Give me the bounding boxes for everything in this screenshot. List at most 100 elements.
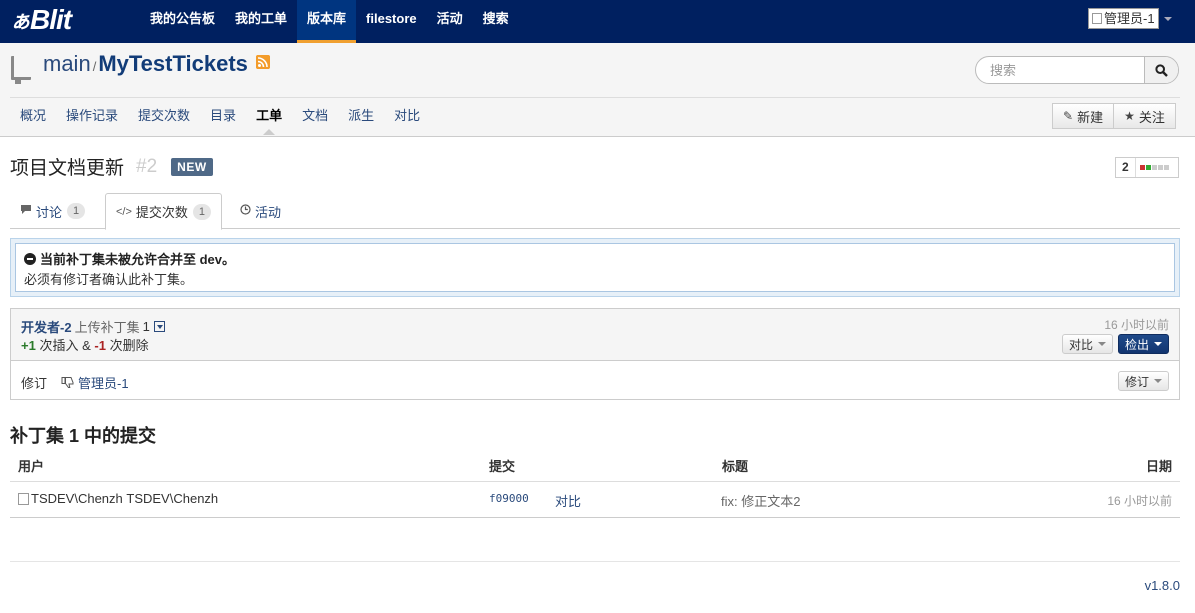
nav-activity[interactable]: 活动	[427, 0, 473, 43]
author-name: TSDEV\Chenzh	[126, 491, 219, 506]
tab-commits-label: 提交次数	[135, 205, 188, 220]
version-link[interactable]: v1.8.0	[1145, 578, 1180, 593]
tab-tree[interactable]: 目录	[200, 99, 246, 135]
commits-section-title: 补丁集 1 中的提交	[10, 426, 157, 446]
broken-image-icon	[1092, 13, 1102, 24]
ticket-number: #2	[136, 155, 158, 177]
nav-dashboard[interactable]: 我的公告板	[140, 0, 225, 43]
insertions-label: 次插入 &	[39, 338, 91, 353]
user-avatar[interactable]: 管理员-1	[1088, 8, 1159, 29]
patchset-buttons: 对比 检出	[1061, 334, 1169, 354]
tab-activity-label: 活动	[255, 204, 282, 220]
commit-diff-link[interactable]: 对比	[555, 491, 581, 510]
diffstat: +1 次插入 & -1 次删除	[21, 335, 149, 354]
compare-dropdown-button[interactable]: 对比	[1061, 334, 1113, 354]
patchset-author-link[interactable]: 开发者-2	[21, 317, 72, 336]
col-user: 用户	[18, 459, 45, 474]
commits-table-header: 用户 提交 标题 日期	[10, 450, 1180, 482]
tab-discussion[interactable]: 讨论 1	[10, 193, 95, 229]
tab-forks[interactable]: 派生	[338, 99, 384, 135]
watch-button[interactable]: ★ 关注	[1114, 103, 1176, 129]
ticket-title: 项目文档更新 #2 NEW	[10, 153, 213, 180]
reviewer-link[interactable]: 管理员-1	[78, 373, 129, 392]
star-icon: ★	[1124, 109, 1135, 123]
nav-my-tickets[interactable]: 我的工单	[225, 0, 297, 43]
review-row: 修订 管理员-1 修订	[11, 362, 1179, 399]
search-box	[975, 56, 1179, 84]
commit-title: fix: 修正文本2	[721, 494, 801, 509]
brand-logo[interactable]: ぁ Blit	[10, 3, 72, 37]
main-nav: 我的公告板 我的工单 版本库 filestore 活动 搜索	[140, 0, 519, 43]
clock-icon	[240, 204, 251, 218]
alert-title: 当前补丁集未被允许合并至 dev。	[24, 249, 1166, 268]
compare-label: 对比	[1068, 337, 1093, 352]
ticket-tabs: 讨论 1 </> 提交次数 1 活动	[10, 193, 1180, 230]
commit-sha-link[interactable]: f09000	[489, 492, 529, 505]
col-commit: 提交	[489, 459, 516, 474]
path-separator: /	[92, 59, 97, 74]
tab-discussion-count: 1	[67, 203, 86, 219]
tab-reflog[interactable]: 操作记录	[56, 99, 128, 135]
review-dropdown-button[interactable]: 修订	[1117, 371, 1169, 391]
reviewer: 管理员-1	[61, 373, 129, 392]
chevron-down-icon	[1154, 342, 1162, 346]
search-icon	[1155, 63, 1168, 77]
repository-nav: 概况 操作记录 提交次数 目录 工单 文档 派生 对比	[10, 99, 430, 135]
user-menu[interactable]: 管理员-1	[1088, 8, 1172, 29]
comment-icon	[20, 204, 32, 218]
avatar-alt-text: TSDEV\Chenzh	[31, 491, 123, 506]
tab-compare[interactable]: 对比	[384, 99, 430, 135]
checkout-dropdown-button[interactable]: 检出	[1117, 334, 1169, 354]
checkout-label: 检出	[1124, 337, 1149, 352]
insertions-count: +1	[21, 338, 36, 353]
brand-name: Blit	[30, 4, 72, 35]
chevron-down-icon[interactable]	[1163, 16, 1172, 21]
merge-alert: 当前补丁集未被允许合并至 dev。 必须有修订者确认此补丁集。	[10, 238, 1180, 297]
tab-discussion-label: 讨论	[36, 204, 63, 220]
chevron-down-icon	[1154, 379, 1162, 383]
repository-header: main/MyTestTickets 概况 操作记录 提交次数 目录 工单 文档…	[0, 43, 1195, 137]
tab-patchset-commits[interactable]: </> 提交次数 1	[105, 193, 223, 230]
vote-bar	[1163, 165, 1169, 170]
commit-date: 16 小时以前	[1107, 494, 1172, 508]
patchset-line: 开发者-2 上传补丁集 1	[21, 317, 165, 336]
search-input[interactable]	[976, 57, 1146, 83]
nav-search[interactable]: 搜索	[473, 0, 519, 43]
review-label: 修订	[21, 376, 48, 391]
ticket-icon: ✎	[1063, 109, 1074, 123]
rss-icon[interactable]	[256, 55, 270, 69]
nav-filestore[interactable]: filestore	[356, 0, 427, 43]
alert-body: 当前补丁集未被允许合并至 dev。 必须有修订者确认此补丁集。	[15, 243, 1175, 292]
patchset-action: 上传补丁集	[74, 320, 140, 335]
project-link[interactable]: main	[43, 51, 91, 76]
col-date: 日期	[1145, 459, 1172, 474]
deletions-count: -1	[94, 338, 106, 353]
col-title: 标题	[722, 459, 749, 474]
table-row: TSDEV\Chenzh TSDEV\Chenzh f09000 对比 fix:…	[10, 482, 1180, 518]
nav-repositories[interactable]: 版本库	[297, 0, 357, 43]
footer-divider	[10, 561, 1180, 562]
patchset-summary: 开发者-2 上传补丁集 1 +1 次插入 & -1 次删除 16 小时以前 对比…	[11, 309, 1179, 361]
tab-docs[interactable]: 文档	[292, 99, 338, 135]
thumbs-down-icon	[61, 377, 74, 388]
tab-commits-count: 1	[192, 203, 212, 220]
vote-bar	[1145, 165, 1151, 170]
repo-actions: ✎ 新建 ★ 关注	[1052, 103, 1176, 129]
broken-image-icon	[18, 492, 29, 505]
search-button[interactable]	[1144, 57, 1178, 83]
deletions-label: 次删除	[109, 338, 149, 353]
new-ticket-button[interactable]: ✎ 新建	[1052, 103, 1115, 129]
vote-indicator: 2	[1115, 157, 1179, 178]
top-navbar: ぁ Blit 我的公告板 我的工单 版本库 filestore 活动 搜索 管理…	[0, 0, 1195, 43]
repository-name-link[interactable]: MyTestTickets	[98, 51, 248, 76]
watch-label: 关注	[1138, 109, 1165, 125]
header-divider	[10, 97, 1180, 98]
tab-commits[interactable]: 提交次数	[128, 99, 200, 135]
patchset-number: 1	[142, 319, 150, 334]
vote-bar	[1151, 165, 1157, 170]
tab-ticket-activity[interactable]: 活动	[230, 193, 291, 229]
expand-toggle-icon[interactable]	[153, 321, 165, 332]
tab-tickets[interactable]: 工单	[246, 99, 292, 135]
repository-title: main/MyTestTickets	[43, 51, 248, 77]
tab-summary[interactable]: 概况	[10, 99, 56, 135]
